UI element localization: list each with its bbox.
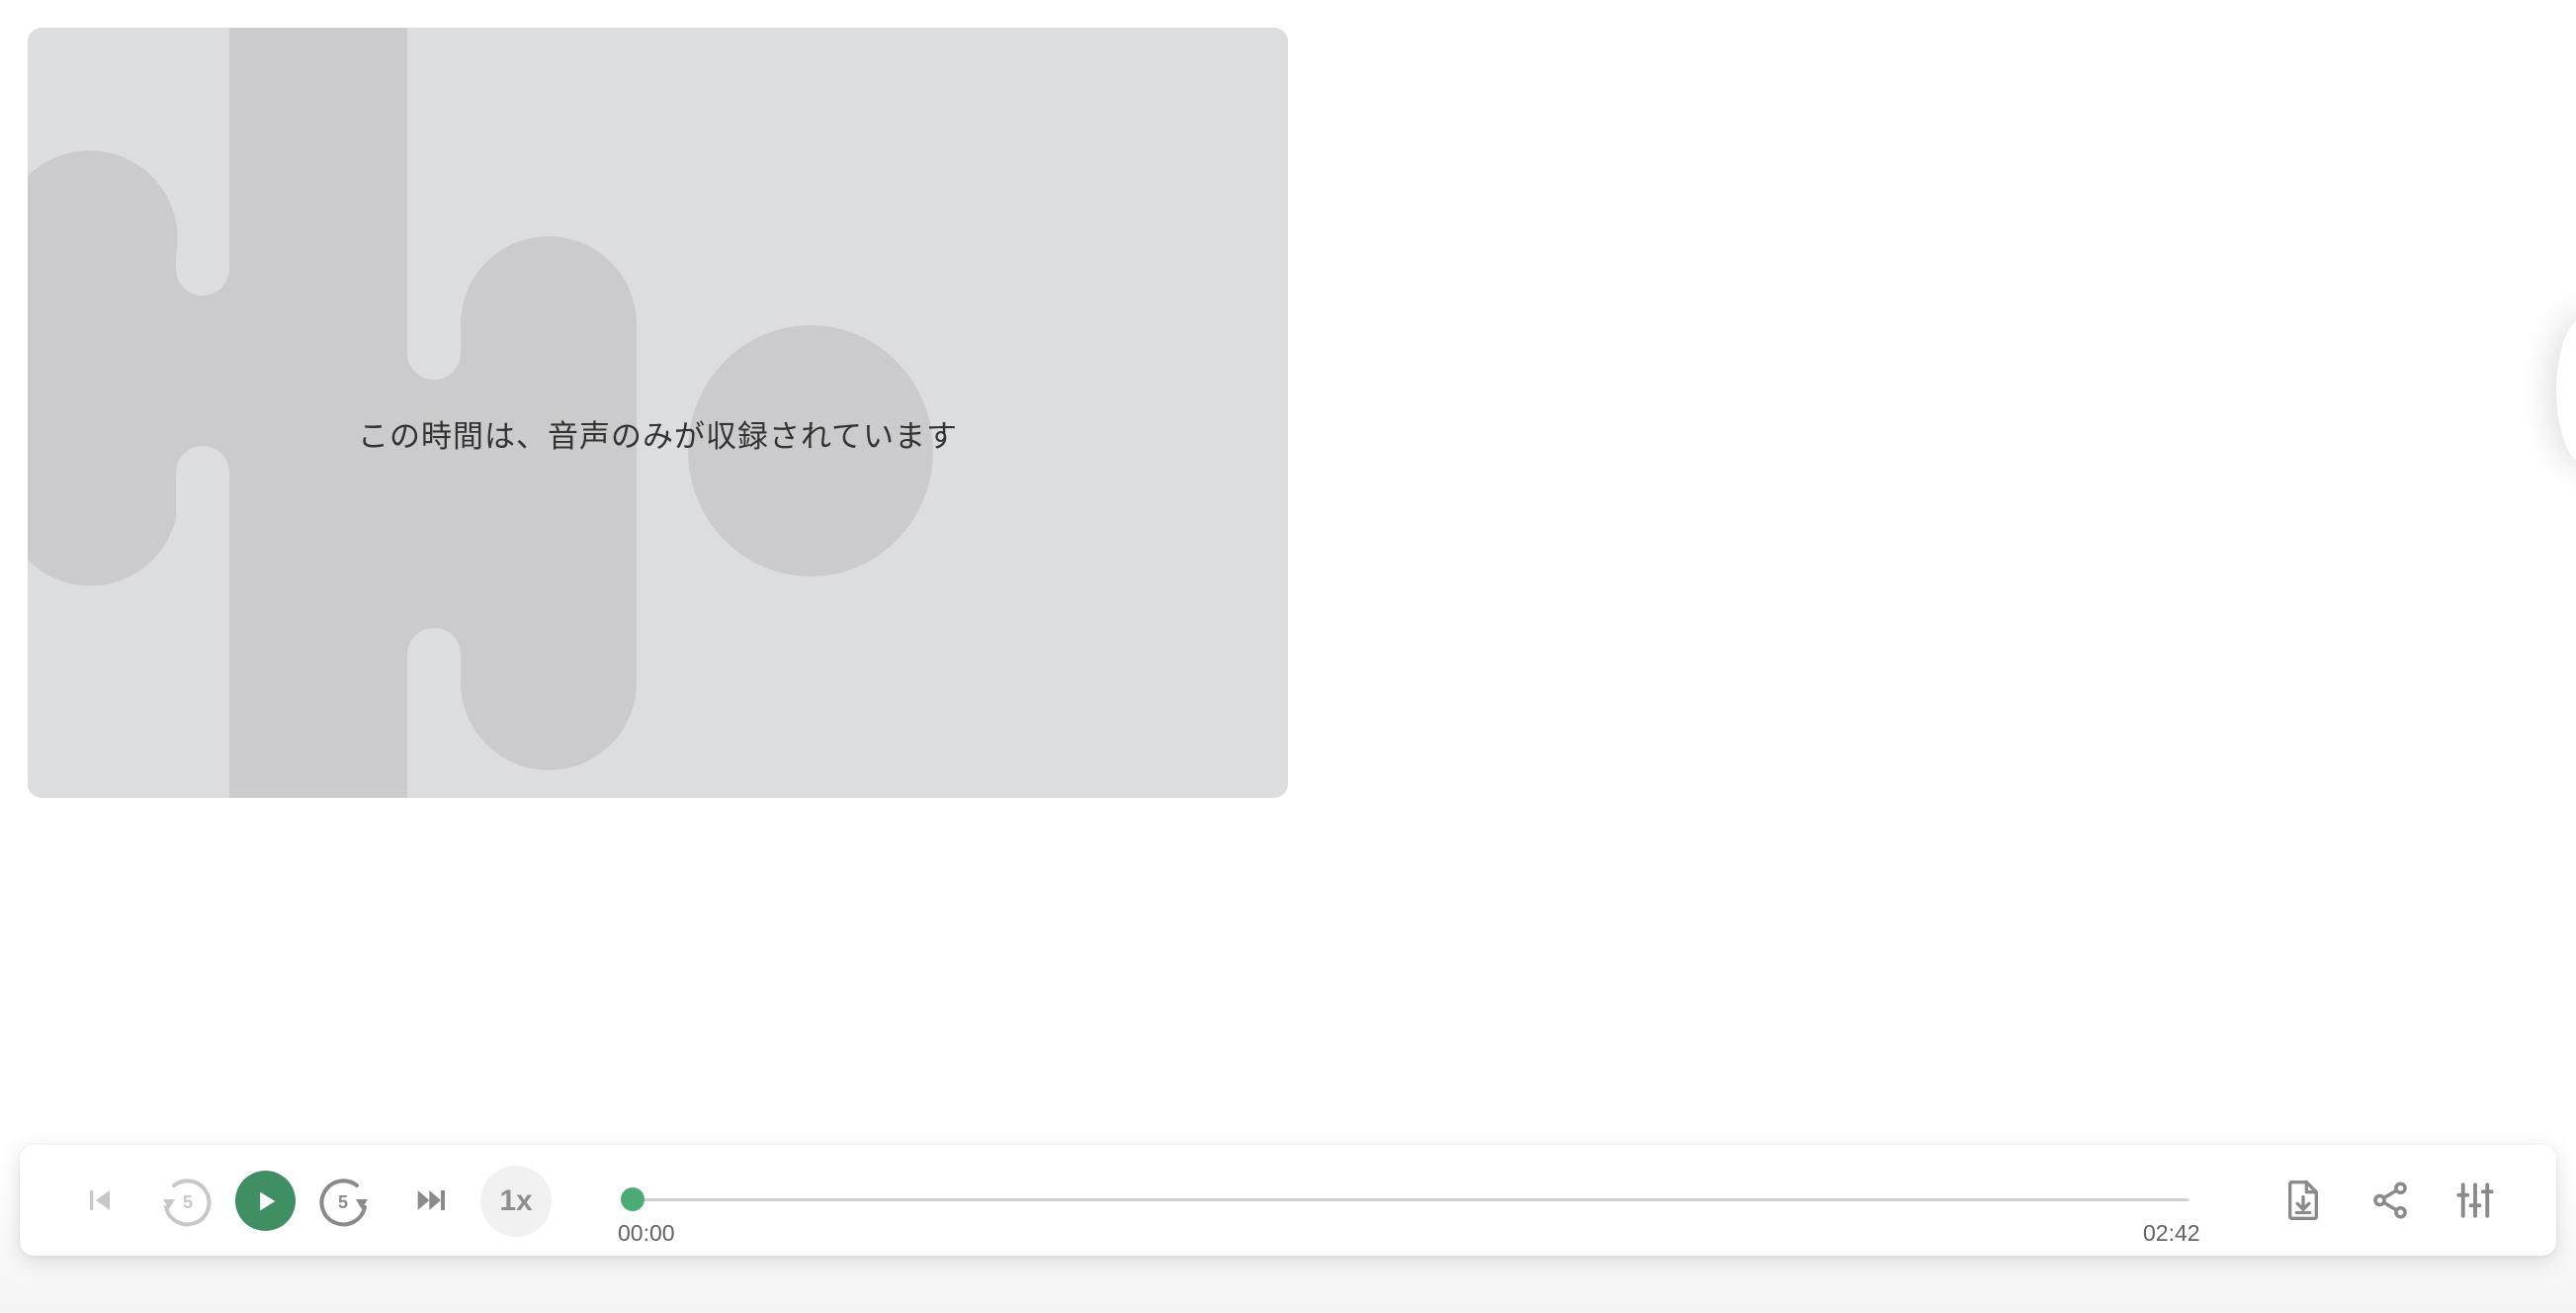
side-panel-edge[interactable] [2556,316,2576,465]
share-button[interactable] [2357,1167,2424,1234]
playback-speed-button[interactable]: 1x [480,1166,552,1237]
download-button[interactable] [2270,1167,2337,1234]
forward-5-button[interactable]: 5 [312,1167,380,1234]
svg-text:5: 5 [338,1192,348,1212]
skip-previous-button[interactable] [66,1167,133,1234]
seek-bar[interactable] [633,1198,2189,1201]
video-panel: この時間は、音声のみが収録されています [28,28,1288,798]
total-duration: 02:42 [2143,1220,2200,1246]
tune-icon [2456,1182,2494,1218]
play-button[interactable] [235,1171,296,1231]
page: この時間は、音声のみが収録されています 5 5 1x 00:00 02:42 [0,0,2576,1313]
seek-thumb[interactable] [621,1187,644,1211]
rewind-5-icon: 5 [163,1179,212,1227]
settings-button[interactable] [2442,1167,2509,1234]
skip-next-icon [417,1190,445,1210]
download-file-icon [2288,1180,2318,1220]
audio-only-message: この時間は、音声のみが収録されています [357,419,959,455]
forward-5-icon: 5 [319,1179,368,1227]
share-icon [2373,1182,2407,1219]
skip-next-button[interactable] [397,1167,465,1234]
play-icon [259,1191,275,1210]
skip-previous-icon [90,1190,110,1210]
rewind-5-button[interactable]: 5 [151,1167,218,1234]
svg-text:5: 5 [183,1192,193,1212]
current-time: 00:00 [618,1220,675,1246]
